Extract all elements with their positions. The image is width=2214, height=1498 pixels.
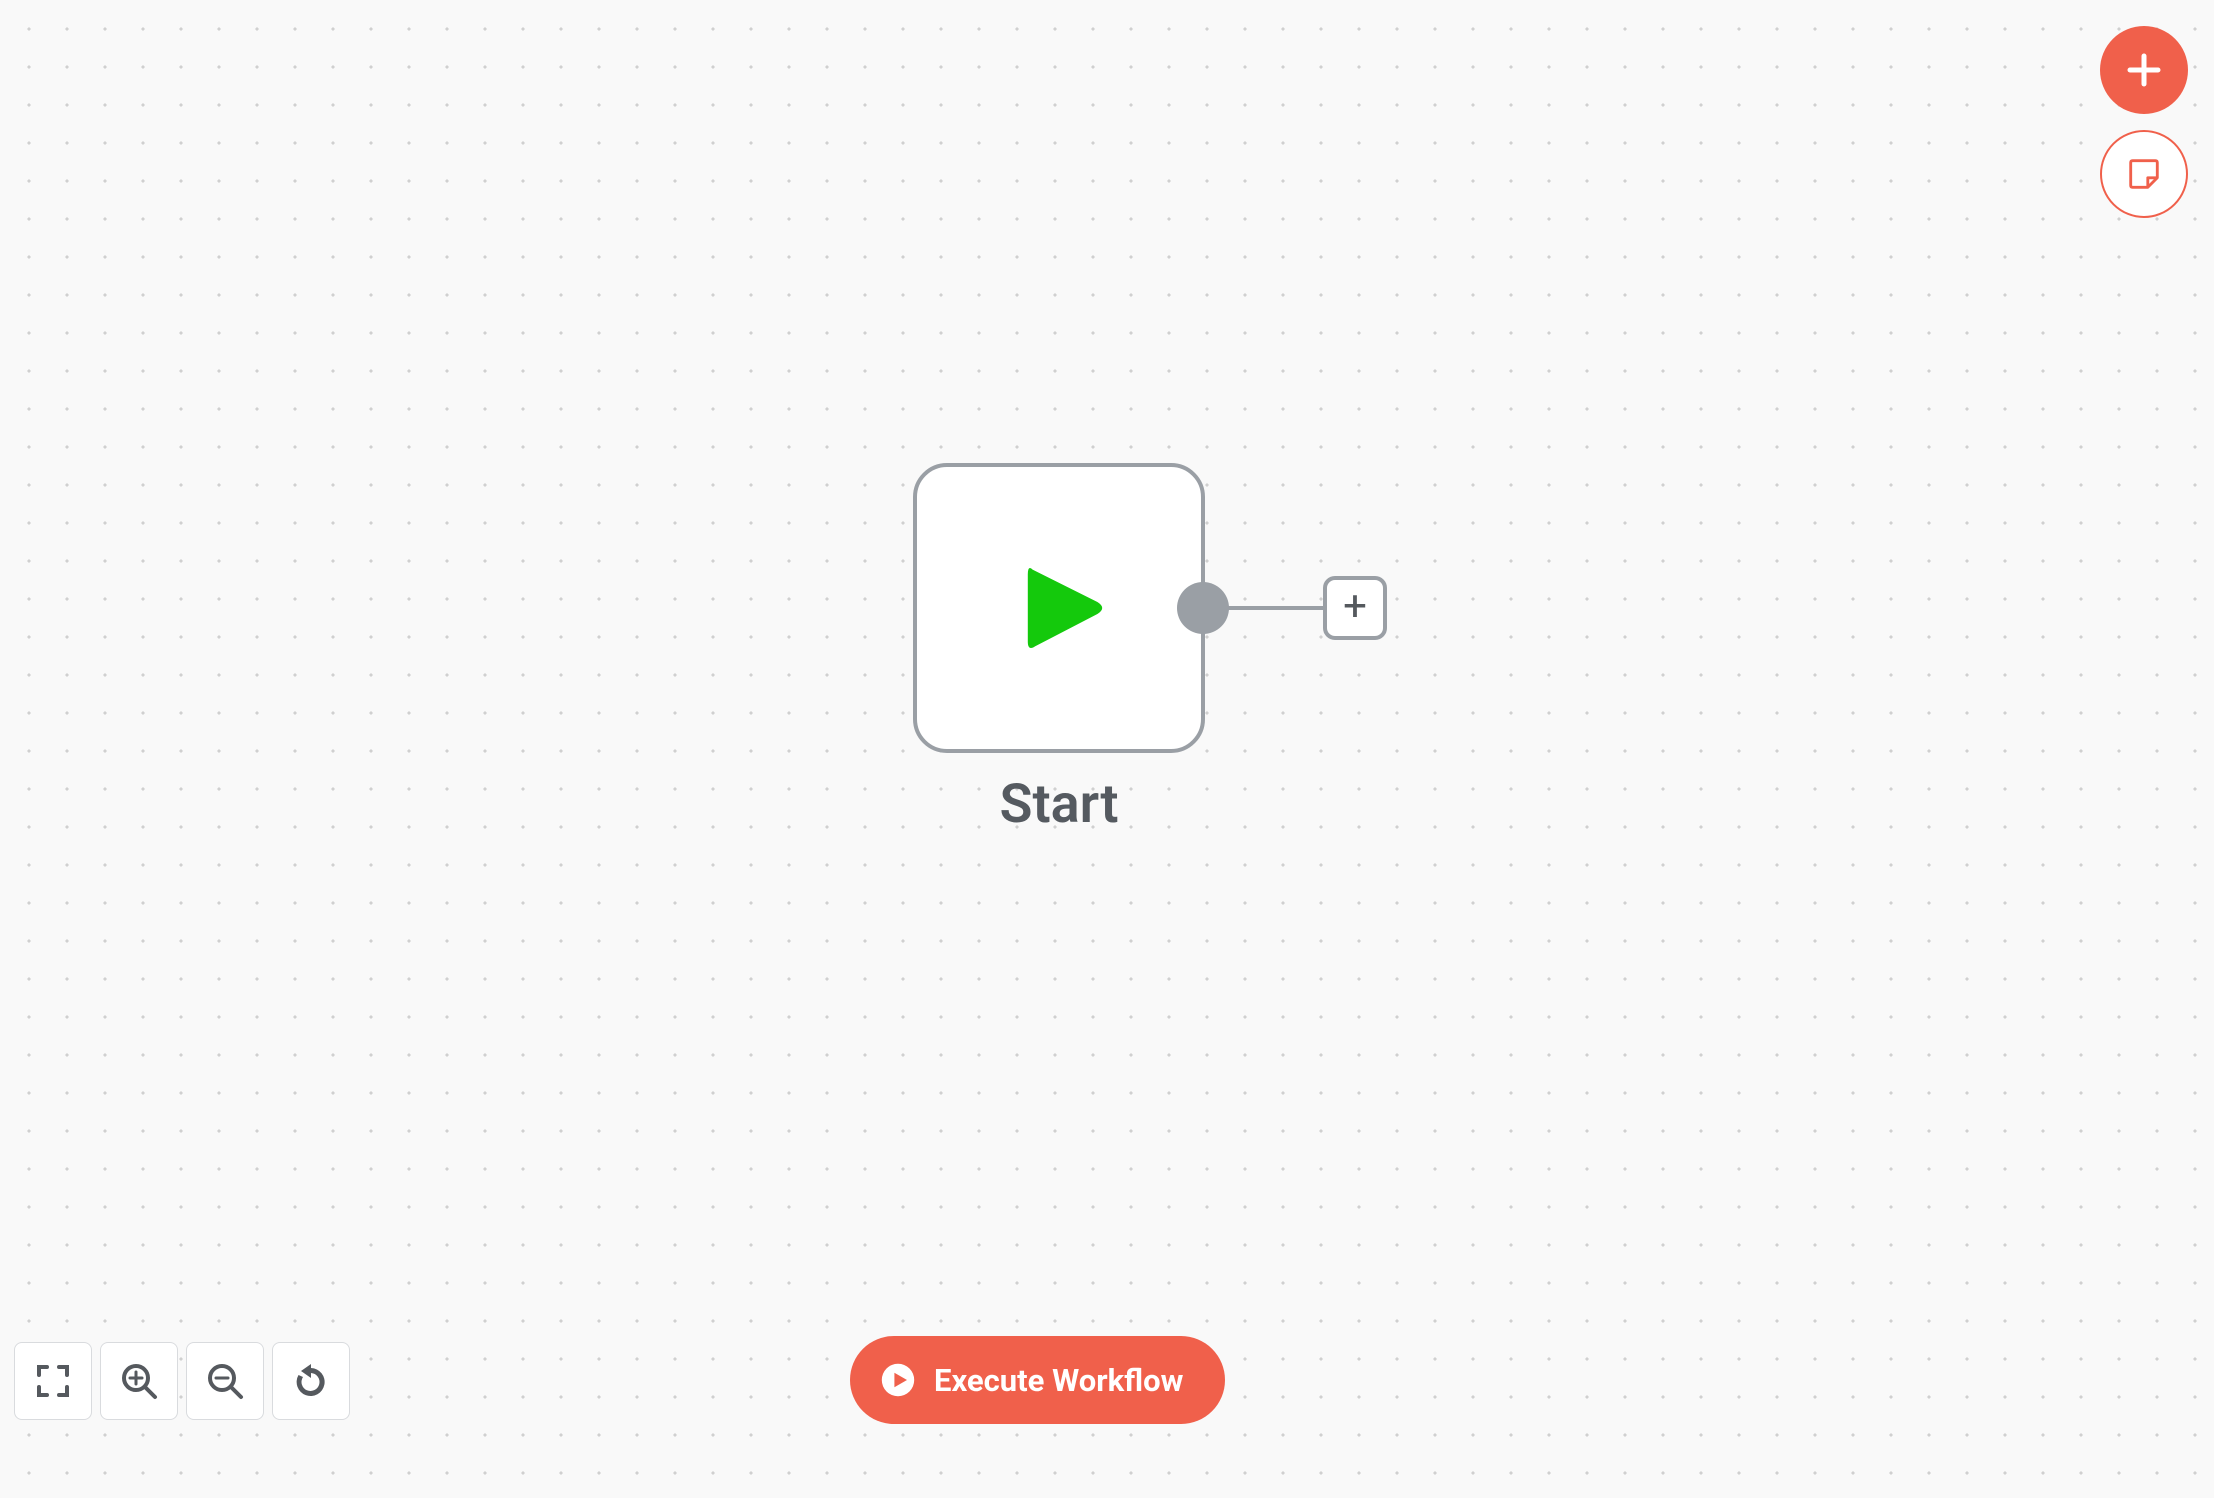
execute-workflow-label: Execute Workflow [934, 1362, 1183, 1399]
add-node-button[interactable] [1323, 576, 1387, 640]
sticky-note-button[interactable] [2100, 130, 2188, 218]
zoom-toolbar [14, 1342, 350, 1420]
undo-icon [290, 1360, 332, 1402]
workflow-node: Start [913, 463, 1205, 836]
zoom-in-button[interactable] [100, 1342, 178, 1420]
output-port[interactable] [1177, 582, 1229, 634]
play-circle-icon [880, 1362, 916, 1398]
start-node[interactable] [913, 463, 1205, 753]
sticky-note-icon [2125, 155, 2163, 193]
execute-workflow-button[interactable]: Execute Workflow [850, 1336, 1225, 1424]
play-icon [999, 548, 1119, 668]
zoom-fit-button[interactable] [14, 1342, 92, 1420]
fab-column [2100, 26, 2188, 218]
plus-icon [2124, 50, 2164, 90]
fullscreen-icon [33, 1361, 73, 1401]
reset-zoom-button[interactable] [272, 1342, 350, 1420]
zoom-in-icon [118, 1360, 160, 1402]
node-label: Start [913, 773, 1205, 836]
add-button[interactable] [2100, 26, 2188, 114]
zoom-out-icon [204, 1360, 246, 1402]
zoom-out-button[interactable] [186, 1342, 264, 1420]
